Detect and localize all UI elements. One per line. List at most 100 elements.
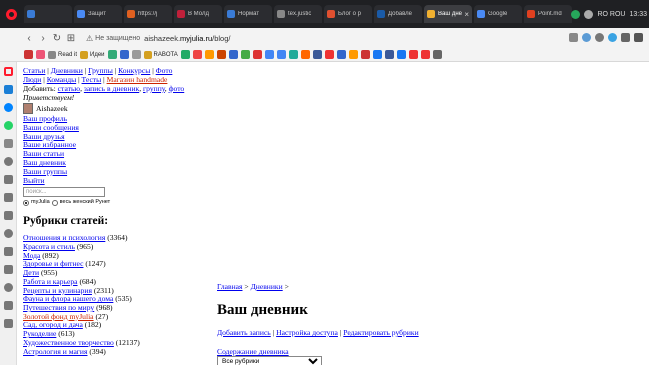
browser-tab[interactable]: Добавле [374,5,422,23]
radio-myjulia[interactable] [23,199,29,206]
add-entry-link[interactable]: Добавить запись [217,328,271,337]
bookmark-icon[interactable] [408,50,418,59]
nav-people[interactable]: Люди [23,75,41,84]
rubric-link[interactable]: Сад, огород и дача [23,320,83,330]
cube-icon[interactable] [0,260,17,278]
bookmark-icon[interactable] [107,50,117,59]
bookmark-icon[interactable] [36,50,45,59]
back-arrow-icon[interactable]: ‹ [22,33,36,44]
bookmark-icon[interactable] [312,50,322,59]
menu-logout[interactable]: Выйти [23,176,643,186]
breadcrumb-home[interactable]: Главная [217,282,243,291]
bookmark-icon[interactable] [276,50,286,59]
bookmark-icon[interactable] [384,50,394,59]
bookmark-icon[interactable] [420,50,430,59]
instagram-icon[interactable] [0,134,17,152]
nav-articles[interactable]: Статьи [23,66,45,75]
rubric-link[interactable]: Дети [23,268,39,277]
forward-arrow-icon[interactable]: › [36,33,50,44]
bookmark-icon[interactable] [119,50,129,59]
diary-contents-link[interactable]: Содержание дневника [217,347,289,356]
rubric-link[interactable]: Фауна и флора нашего дома [23,294,113,303]
vpn-icon[interactable] [582,33,591,42]
url-field[interactable]: aishazeek.myjulia.ru/blog/ [144,34,230,43]
tabs-grid-icon[interactable]: ⊞ [64,33,78,44]
nav-groups[interactable]: Группы [88,66,113,75]
bookmark-icon[interactable] [360,50,370,59]
browser-tab[interactable]: Блог о р [324,5,372,23]
radio-runet[interactable] [51,199,58,206]
browser-tab[interactable]: В Молд [174,5,222,23]
rubric-link[interactable]: Золотой фонд myJulia [23,312,94,321]
rubric-link[interactable]: Красота и стиль [23,242,75,251]
browser-tab[interactable]: Нормат [224,5,272,23]
heart-icon[interactable] [0,206,17,224]
history-icon[interactable] [0,224,17,242]
bookmark-icon[interactable] [432,50,442,59]
more-icon[interactable] [0,296,17,314]
bookmark-icon[interactable] [396,50,406,59]
bookmark-icon[interactable] [180,50,190,59]
bookmark-icon[interactable] [288,50,298,59]
breadcrumb-diaries[interactable]: Дневники [251,282,283,291]
bookmark-icon[interactable] [204,50,214,59]
bookmark-icon[interactable] [264,50,274,59]
bookmark-icon[interactable] [300,50,310,59]
browser-tab[interactable]: Ваш днев× [424,5,472,23]
rubric-link[interactable]: Рецепты и кулинария [23,286,92,295]
speed-dial-icon[interactable] [0,80,17,98]
bookmark-icon[interactable] [324,50,334,59]
access-settings-link[interactable]: Настройка доступа [276,328,338,337]
bookmark-icon[interactable] [131,50,141,59]
camera-icon[interactable] [569,33,578,42]
insecure-icon[interactable]: ⚠ [86,34,93,43]
rubric-link[interactable]: Мода [23,251,40,260]
bookmark-icon[interactable] [192,50,202,59]
nav-handmade-shop[interactable]: Магазин handmade [107,75,168,84]
rubric-link[interactable]: Путешествия по миру [23,303,94,312]
menu-friends[interactable]: Ваши друзья [23,132,643,142]
send-icon[interactable] [608,33,617,42]
downloads-icon[interactable] [0,242,17,260]
add-photo-link[interactable]: фото [169,84,185,93]
browser-tab[interactable]: Google [474,5,522,23]
bookmark-ideas[interactable]: Идеи [80,50,105,59]
heart-icon[interactable] [595,33,604,42]
add-diary-link[interactable]: запись в дневник [84,84,139,93]
rubric-link[interactable]: Здоровье и фитнес [23,259,83,269]
bookmark-icon[interactable] [372,50,382,59]
bookmark-rabota[interactable]: RABOTA [143,50,178,59]
more-icon[interactable] [0,314,17,332]
add-article-link[interactable]: статью [58,84,80,93]
browser-tab[interactable]: https://j [124,5,172,23]
browser-tab[interactable]: tex.justic [274,5,322,23]
edit-rubrics-link[interactable]: Редактировать рубрики [343,328,418,337]
bookmark-icon[interactable] [216,50,226,59]
close-tab-icon[interactable]: × [464,10,469,19]
menu-diary[interactable]: Ваш дневник [23,158,643,168]
reload-icon[interactable]: ↻ [50,33,64,44]
browser-tab[interactable] [24,5,72,23]
rubric-link[interactable]: Рукоделие [23,329,56,338]
search-icon[interactable] [0,152,17,170]
tray-language[interactable]: RO ROU [597,11,625,18]
opera-logo-icon[interactable] [0,0,22,28]
bookmark-icon[interactable] [24,50,33,59]
rubric-link[interactable]: Художественное творчество [23,338,114,347]
browser-tab[interactable]: Point.md [524,5,572,23]
opera-home-icon[interactable] [0,62,17,80]
bookmark-read-it[interactable]: Read it [48,50,77,59]
nav-diaries[interactable]: Дневники [51,66,83,75]
avatar[interactable] [23,103,33,114]
menu-groups[interactable]: Ваши группы [23,167,643,177]
security-label[interactable]: Не защищено [95,35,140,42]
menu-favorites[interactable]: Ваше избранное [23,141,643,150]
menu-articles[interactable]: Ваши статьи [23,149,643,159]
rubric-link[interactable]: Отношения и психология [23,233,105,243]
settings-icon[interactable] [0,278,17,296]
send-icon[interactable] [0,170,17,188]
bookmark-icon[interactable] [336,50,346,59]
download-icon[interactable] [621,33,630,42]
add-group-link[interactable]: группу [143,84,165,93]
nav-teams[interactable]: Команды [47,75,77,84]
